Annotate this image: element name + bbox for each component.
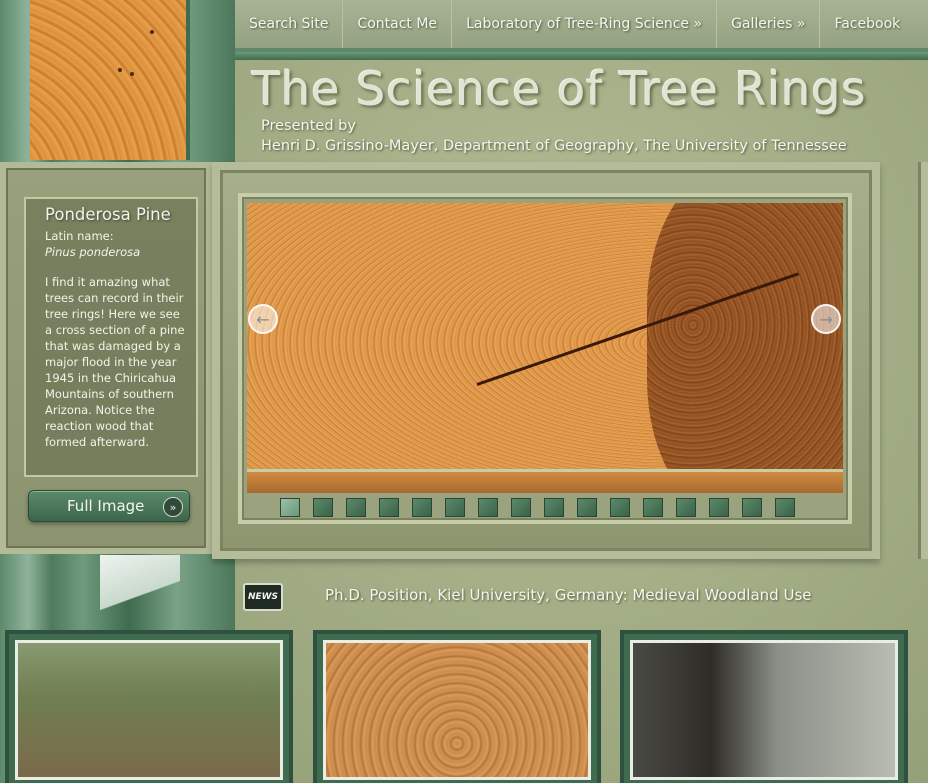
slide-thumb[interactable] — [610, 498, 630, 517]
header-tree-ring-thumbnail — [30, 0, 190, 160]
latin-label: Latin name: — [45, 229, 114, 243]
slide-thumb[interactable] — [313, 498, 333, 517]
photo-researcher-stump — [15, 640, 283, 780]
full-image-label: Full Image — [67, 497, 145, 515]
news-headline-link[interactable]: Ph.D. Position, Kiel University, Germany… — [325, 586, 812, 604]
photo-card-1[interactable] — [5, 630, 293, 783]
slideshow-thumbnails — [280, 498, 795, 517]
slideshow-image[interactable] — [247, 203, 843, 469]
photo-researcher-fire-scar — [630, 640, 898, 780]
full-image-button[interactable]: Full Image » — [28, 490, 190, 522]
next-arrow-icon[interactable]: → — [811, 304, 841, 334]
prev-arrow-icon[interactable]: ← — [248, 304, 278, 334]
slide-thumb[interactable] — [379, 498, 399, 517]
nav-contact-me[interactable]: Contact Me — [343, 0, 453, 48]
top-navigation: Search Site Contact Me Laboratory of Tre… — [235, 0, 928, 52]
slide-thumb[interactable] — [577, 498, 597, 517]
site-title: The Science of Tree Rings — [252, 62, 867, 116]
species-description: I find it amazing what trees can record … — [45, 275, 185, 449]
slide-thumb[interactable] — [676, 498, 696, 517]
slide-thumb[interactable] — [412, 498, 432, 517]
reaction-wood-region — [647, 203, 843, 469]
wood-mark — [130, 72, 134, 76]
presented-by-label: Presented by — [261, 118, 356, 134]
slide-thumb[interactable] — [544, 498, 564, 517]
nav-laboratory[interactable]: Laboratory of Tree-Ring Science » — [452, 0, 718, 48]
slide-thumb[interactable] — [511, 498, 531, 517]
wood-mark — [150, 30, 154, 34]
news-icon: NEWS — [243, 583, 283, 611]
slide-thumb[interactable] — [445, 498, 465, 517]
nav-divider — [235, 52, 928, 60]
nav-facebook[interactable]: Facebook — [820, 0, 914, 48]
next-panel-edge — [918, 162, 928, 559]
slide-thumb[interactable] — [709, 498, 729, 517]
slide-thumb[interactable] — [346, 498, 366, 517]
slide-thumb[interactable] — [775, 498, 795, 517]
wood-mark — [118, 68, 122, 72]
slide-thumb[interactable] — [643, 498, 663, 517]
latin-name: Pinus ponderosa — [45, 245, 141, 259]
photo-cracked-cross-section — [323, 640, 591, 780]
species-info-box: Ponderosa Pine Latin name: Pinus pondero… — [24, 197, 198, 477]
author-credit: Henri D. Grissino-Mayer, Department of G… — [261, 138, 847, 154]
double-chevron-icon: » — [163, 497, 183, 517]
slide-thumb[interactable] — [280, 498, 300, 517]
nav-galleries[interactable]: Galleries » — [717, 0, 821, 48]
slide-thumb[interactable] — [478, 498, 498, 517]
slide-thumb[interactable] — [742, 498, 762, 517]
slideshow-caption-bar — [247, 469, 843, 493]
species-title: Ponderosa Pine — [45, 205, 171, 224]
photo-card-3[interactable] — [620, 630, 908, 783]
photo-card-2[interactable] — [313, 630, 601, 783]
nav-search-site[interactable]: Search Site — [235, 0, 344, 48]
